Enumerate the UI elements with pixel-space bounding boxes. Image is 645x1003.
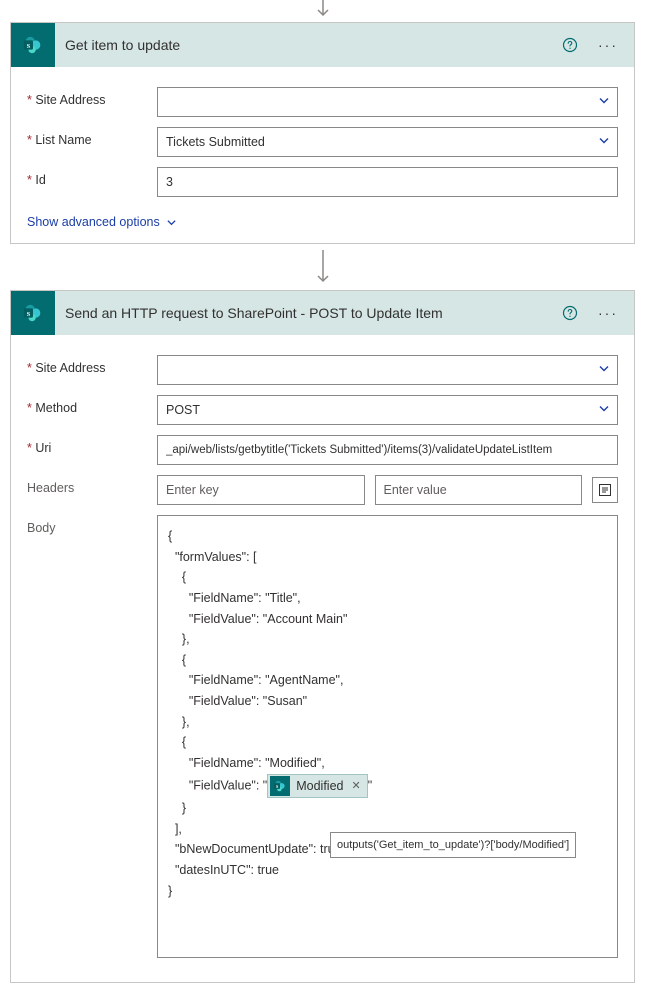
label-method: Method [27,395,147,415]
field-site-address: Site Address [27,355,618,385]
show-advanced-options[interactable]: Show advanced options [27,215,177,229]
method-input[interactable] [157,395,618,425]
advanced-label: Show advanced options [27,215,160,229]
sharepoint-icon: S [11,23,55,67]
arrow-down-icon [314,250,332,284]
flow-arrow-top [10,0,635,18]
ellipsis-icon: ··· [598,305,618,321]
help-icon [562,305,578,321]
more-button[interactable]: ··· [594,31,622,59]
id-input[interactable] [157,167,618,197]
text-mode-icon [598,483,612,497]
label-uri: Uri [27,435,147,455]
arrow-down-icon [314,0,332,18]
more-button[interactable]: ··· [594,299,622,327]
label-list-name: List Name [27,127,147,147]
field-uri: Uri [27,435,618,465]
field-site-address: Site Address [27,87,618,117]
switch-mode-button[interactable] [592,477,618,503]
body-editor[interactable]: { "formValues": [ { "FieldName": "Title"… [157,515,618,958]
field-id: Id [27,167,618,197]
sharepoint-icon: S [11,291,55,335]
chevron-down-icon [166,217,177,228]
help-icon [562,37,578,53]
token-remove[interactable]: ✕ [349,777,360,795]
label-headers: Headers [27,475,147,495]
card-header[interactable]: S Get item to update ··· [11,23,634,67]
action-card-http-request: S Send an HTTP request to SharePoint - P… [10,290,635,983]
card-title: Get item to update [65,37,546,53]
flow-arrow-mid [10,250,635,284]
token-tooltip: outputs('Get_item_to_update')?['body/Mod… [330,832,576,858]
field-list-name: List Name [27,127,618,157]
header-value-input[interactable] [375,475,583,505]
svg-text:S: S [27,311,31,318]
label-id: Id [27,167,147,187]
site-address-input[interactable] [157,87,618,117]
label-site-address: Site Address [27,355,147,375]
uri-input[interactable] [157,435,618,465]
field-headers: Headers [27,475,618,505]
label-body: Body [27,515,147,535]
help-button[interactable] [556,31,584,59]
card-header[interactable]: S Send an HTTP request to SharePoint - P… [11,291,634,335]
card-title: Send an HTTP request to SharePoint - POS… [65,305,546,321]
label-site-address: Site Address [27,87,147,107]
field-body: Body { "formValues": [ { "FieldName": "T… [27,515,618,958]
svg-text:S: S [27,43,31,50]
field-method: Method [27,395,618,425]
sharepoint-icon: S [270,776,290,796]
action-card-get-item: S Get item to update ··· Site Address [10,22,635,244]
token-label: Modified [296,776,343,797]
ellipsis-icon: ··· [598,37,618,53]
list-name-input[interactable] [157,127,618,157]
dynamic-token-modified[interactable]: S Modified ✕ [267,774,367,799]
site-address-input[interactable] [157,355,618,385]
help-button[interactable] [556,299,584,327]
header-key-input[interactable] [157,475,365,505]
